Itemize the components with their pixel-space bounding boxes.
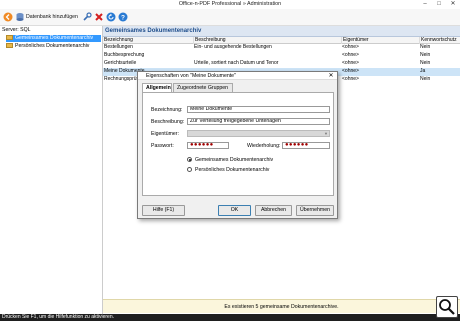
tree-item-label: Persönliches Dokumentenarchiv: [15, 43, 90, 49]
folder-icon: [6, 35, 13, 40]
cell-owner: <ohne>: [342, 60, 359, 66]
magnifier-icon: [439, 299, 455, 315]
minimize-button[interactable]: –: [418, 0, 432, 9]
cell-password: Nein: [420, 60, 431, 66]
pane-title: Gemeinsames Dokumentenarchiv: [103, 26, 460, 37]
archive-count-footer: Es existieren 5 gemeinsame Dokumentenarc…: [103, 299, 460, 313]
cell-owner: <ohne>: [342, 76, 359, 82]
close-window-button[interactable]: ✕: [446, 0, 460, 9]
cell-name: Bestellungen: [104, 44, 133, 50]
help-button[interactable]: Hilfe (F1): [142, 205, 185, 216]
cell-owner: <ohne>: [342, 52, 359, 58]
add-database-button[interactable]: Datenbank hinzufügen: [26, 14, 78, 20]
grid-header: Bezeichnung Beschreibung Eigentümer Kenn…: [103, 37, 460, 44]
password-mask: ●●●●●●: [190, 142, 214, 148]
tab-assigned-groups[interactable]: Zugeordnete Gruppen: [173, 83, 233, 92]
radio-shared-archive[interactable]: [187, 157, 192, 162]
radio-personal-label: Persönliches Dokumentenarchiv: [195, 167, 270, 173]
name-label: Bezeichnung:: [151, 107, 183, 113]
cell-description: [193, 52, 341, 59]
cancel-button[interactable]: Abbrechen: [255, 205, 292, 216]
database-add-icon[interactable]: [15, 12, 25, 22]
tree-item-label: Gemeinsames Dokumentenarchiv: [15, 35, 94, 41]
column-header-owner[interactable]: Eigentümer: [341, 37, 419, 44]
properties-dialog: Eigenschaften von "Meine Dokumente" ✕ Al…: [137, 71, 338, 219]
general-panel: Bezeichnung: Meine Dokumente Beschreibun…: [142, 92, 334, 196]
name-field[interactable]: Meine Dokumente: [187, 106, 330, 113]
dialog-close-icon[interactable]: ✕: [326, 72, 336, 80]
cell-owner: <ohne>: [342, 68, 359, 74]
cell-description: Urteile, sortiert nach Datum und Tenor: [194, 60, 279, 66]
help-icon[interactable]: ?: [118, 12, 128, 22]
column-header-name[interactable]: Bezeichnung: [103, 37, 193, 44]
radio-shared-label: Gemeinsames Dokumentenarchiv: [195, 157, 274, 163]
delete-icon[interactable]: [94, 12, 104, 22]
cell-name: Gerichtsurteile: [104, 60, 137, 66]
table-row[interactable]: Buchbesprechung <ohne> Nein: [103, 52, 460, 60]
column-header-description[interactable]: Beschreibung: [193, 37, 341, 44]
refresh-icon[interactable]: [106, 12, 116, 22]
dialog-title: Eigenschaften von "Meine Dokumente": [138, 72, 337, 80]
cell-description: Ein- und ausgehende Bestellungen: [194, 44, 272, 50]
password-field[interactable]: ●●●●●●: [187, 142, 229, 149]
folder-icon: [6, 43, 13, 48]
repeat-password-field[interactable]: ●●●●●●: [282, 142, 330, 149]
dropdown-arrow-icon: ▼: [324, 131, 328, 136]
ok-button[interactable]: OK: [218, 205, 251, 216]
description-label: Beschreibung:: [151, 119, 185, 125]
wrench-icon[interactable]: [82, 12, 92, 22]
tree-server-node[interactable]: Server: SQL: [2, 27, 31, 33]
owner-label: Eigentümer:: [151, 131, 179, 137]
svg-text:?: ?: [121, 14, 125, 21]
table-row[interactable]: Bestellungen Ein- und ausgehende Bestell…: [103, 44, 460, 52]
radio-personal-archive[interactable]: [187, 167, 192, 172]
column-header-password[interactable]: Kennwortschutz: [419, 37, 460, 44]
table-row[interactable]: Gerichtsurteile Urteile, sortiert nach D…: [103, 60, 460, 68]
description-field[interactable]: Zur Verteilung freigegebene Unterlagen: [187, 118, 330, 125]
password-label: Passwort:: [151, 143, 174, 149]
archive-tree: Server: SQL Gemeinsames Dokumentenarchiv…: [0, 26, 103, 314]
cell-password: Nein: [420, 52, 431, 58]
tree-item-shared-archive[interactable]: Gemeinsames Dokumentenarchiv: [6, 35, 101, 42]
window-title: Office-n-PDF Professional » Administrati…: [178, 1, 282, 7]
cell-password: Nein: [420, 76, 431, 82]
cell-password: Ja: [420, 68, 426, 74]
tab-groups-label: Zugeordnete Gruppen: [177, 85, 229, 91]
repeat-label: Wiederholung:: [247, 143, 281, 149]
tab-general-label: Allgemein: [146, 85, 171, 91]
back-icon[interactable]: [3, 12, 13, 22]
magnifier-button[interactable]: [436, 296, 458, 318]
window-title-bar: Office-n-PDF Professional » Administrati…: [0, 0, 460, 9]
status-bar: Drücken Sie F1, um die Hilfefunktion zu …: [0, 314, 460, 321]
tree-item-personal-archive[interactable]: Persönliches Dokumentenarchiv: [6, 43, 101, 50]
cell-password: Nein: [420, 44, 431, 50]
maximize-button[interactable]: □: [432, 0, 446, 9]
cell-owner: <ohne>: [342, 44, 359, 50]
owner-dropdown: ▼: [187, 130, 330, 137]
cell-name: Buchbesprechung: [104, 52, 145, 58]
apply-button[interactable]: Übernehmen: [296, 205, 334, 216]
toolbar: Datenbank hinzufügen ?: [0, 9, 460, 26]
repeat-password-mask: ●●●●●●: [285, 142, 309, 148]
